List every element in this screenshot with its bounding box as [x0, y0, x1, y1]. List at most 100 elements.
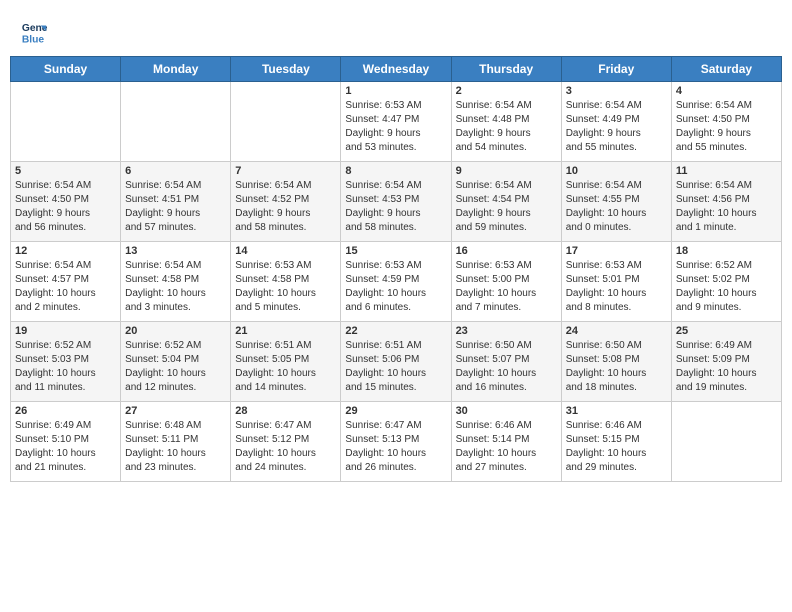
- day-cell: 28 Sunrise: 6:47 AM Sunset: 5:12 PM Dayli…: [231, 402, 341, 482]
- logo-icon: General Blue: [20, 18, 48, 46]
- day-info: Sunrise: 6:54 AM Sunset: 4:51 PM Dayligh…: [125, 179, 226, 235]
- day-cell: 4 Sunrise: 6:54 AM Sunset: 4:50 PM Daylig…: [671, 82, 781, 162]
- day-info: Sunrise: 6:52 AM Sunset: 5:03 PM Dayligh…: [15, 339, 116, 395]
- day-number: 28: [235, 405, 336, 417]
- day-cell: [671, 402, 781, 482]
- day-info: Sunrise: 6:54 AM Sunset: 4:55 PM Dayligh…: [566, 179, 667, 235]
- day-number: 29: [345, 405, 446, 417]
- header-row: SundayMondayTuesdayWednesdayThursdayFrid…: [11, 57, 782, 82]
- day-info: Sunrise: 6:46 AM Sunset: 5:14 PM Dayligh…: [456, 419, 557, 475]
- day-cell: 19 Sunrise: 6:52 AM Sunset: 5:03 PM Dayli…: [11, 322, 121, 402]
- day-number: 11: [676, 165, 777, 177]
- day-info: Sunrise: 6:51 AM Sunset: 5:06 PM Dayligh…: [345, 339, 446, 395]
- day-cell: 29 Sunrise: 6:47 AM Sunset: 5:13 PM Dayli…: [341, 402, 451, 482]
- day-cell: 31Sunrise: 6:46 AM Sunset: 5:15 PM Dayli…: [561, 402, 671, 482]
- day-number: 17: [566, 245, 667, 257]
- day-number: 1: [345, 85, 446, 97]
- day-number: 22: [345, 325, 446, 337]
- day-cell: 25 Sunrise: 6:49 AM Sunset: 5:09 PM Dayli…: [671, 322, 781, 402]
- day-info: Sunrise: 6:52 AM Sunset: 5:04 PM Dayligh…: [125, 339, 226, 395]
- col-header-friday: Friday: [561, 57, 671, 82]
- day-info: Sunrise: 6:54 AM Sunset: 4:48 PM Dayligh…: [456, 99, 557, 155]
- col-header-sunday: Sunday: [11, 57, 121, 82]
- week-row-3: 12Sunrise: 6:54 AM Sunset: 4:57 PM Dayli…: [11, 242, 782, 322]
- day-cell: 7 Sunrise: 6:54 AM Sunset: 4:52 PM Daylig…: [231, 162, 341, 242]
- day-number: 31: [566, 405, 667, 417]
- day-info: Sunrise: 6:51 AM Sunset: 5:05 PM Dayligh…: [235, 339, 336, 395]
- col-header-tuesday: Tuesday: [231, 57, 341, 82]
- day-number: 8: [345, 165, 446, 177]
- day-info: Sunrise: 6:47 AM Sunset: 5:12 PM Dayligh…: [235, 419, 336, 475]
- day-cell: 5 Sunrise: 6:54 AM Sunset: 4:50 PM Daylig…: [11, 162, 121, 242]
- day-cell: 26 Sunrise: 6:49 AM Sunset: 5:10 PM Dayli…: [11, 402, 121, 482]
- day-info: Sunrise: 6:53 AM Sunset: 5:00 PM Dayligh…: [456, 259, 557, 315]
- day-cell: 27 Sunrise: 6:48 AM Sunset: 5:11 PM Dayli…: [121, 402, 231, 482]
- day-number: 10: [566, 165, 667, 177]
- day-cell: 30 Sunrise: 6:46 AM Sunset: 5:14 PM Dayli…: [451, 402, 561, 482]
- header: General Blue: [10, 10, 782, 50]
- day-info: Sunrise: 6:48 AM Sunset: 5:11 PM Dayligh…: [125, 419, 226, 475]
- day-info: Sunrise: 6:54 AM Sunset: 4:56 PM Dayligh…: [676, 179, 777, 235]
- day-number: 30: [456, 405, 557, 417]
- day-number: 4: [676, 85, 777, 97]
- day-info: Sunrise: 6:53 AM Sunset: 4:58 PM Dayligh…: [235, 259, 336, 315]
- day-info: Sunrise: 6:50 AM Sunset: 5:08 PM Dayligh…: [566, 339, 667, 395]
- day-cell: [231, 82, 341, 162]
- calendar-table: SundayMondayTuesdayWednesdayThursdayFrid…: [10, 56, 782, 482]
- day-info: Sunrise: 6:52 AM Sunset: 5:02 PM Dayligh…: [676, 259, 777, 315]
- day-info: Sunrise: 6:54 AM Sunset: 4:50 PM Dayligh…: [15, 179, 116, 235]
- day-cell: 11 Sunrise: 6:54 AM Sunset: 4:56 PM Dayli…: [671, 162, 781, 242]
- day-number: 25: [676, 325, 777, 337]
- day-info: Sunrise: 6:47 AM Sunset: 5:13 PM Dayligh…: [345, 419, 446, 475]
- day-number: 18: [676, 245, 777, 257]
- day-cell: 23 Sunrise: 6:50 AM Sunset: 5:07 PM Dayli…: [451, 322, 561, 402]
- day-cell: 2 Sunrise: 6:54 AM Sunset: 4:48 PM Daylig…: [451, 82, 561, 162]
- day-info: Sunrise: 6:49 AM Sunset: 5:10 PM Dayligh…: [15, 419, 116, 475]
- svg-text:Blue: Blue: [22, 34, 45, 45]
- day-number: 21: [235, 325, 336, 337]
- day-number: 5: [15, 165, 116, 177]
- day-cell: 6 Sunrise: 6:54 AM Sunset: 4:51 PM Daylig…: [121, 162, 231, 242]
- day-info: Sunrise: 6:53 AM Sunset: 4:59 PM Dayligh…: [345, 259, 446, 315]
- col-header-monday: Monday: [121, 57, 231, 82]
- day-info: Sunrise: 6:49 AM Sunset: 5:09 PM Dayligh…: [676, 339, 777, 395]
- day-cell: 18 Sunrise: 6:52 AM Sunset: 5:02 PM Dayli…: [671, 242, 781, 322]
- day-info: Sunrise: 6:54 AM Sunset: 4:52 PM Dayligh…: [235, 179, 336, 235]
- day-number: 7: [235, 165, 336, 177]
- week-row-4: 19 Sunrise: 6:52 AM Sunset: 5:03 PM Dayli…: [11, 322, 782, 402]
- day-number: 27: [125, 405, 226, 417]
- day-cell: 17Sunrise: 6:53 AM Sunset: 5:01 PM Dayli…: [561, 242, 671, 322]
- day-number: 6: [125, 165, 226, 177]
- day-cell: 15 Sunrise: 6:53 AM Sunset: 4:59 PM Dayli…: [341, 242, 451, 322]
- day-info: Sunrise: 6:54 AM Sunset: 4:50 PM Dayligh…: [676, 99, 777, 155]
- day-info: Sunrise: 6:54 AM Sunset: 4:58 PM Dayligh…: [125, 259, 226, 315]
- day-cell: 8 Sunrise: 6:54 AM Sunset: 4:53 PM Daylig…: [341, 162, 451, 242]
- day-info: Sunrise: 6:53 AM Sunset: 4:47 PM Dayligh…: [345, 99, 446, 155]
- week-row-1: 1 Sunrise: 6:53 AM Sunset: 4:47 PM Daylig…: [11, 82, 782, 162]
- day-cell: 12Sunrise: 6:54 AM Sunset: 4:57 PM Dayli…: [11, 242, 121, 322]
- week-row-2: 5 Sunrise: 6:54 AM Sunset: 4:50 PM Daylig…: [11, 162, 782, 242]
- day-number: 19: [15, 325, 116, 337]
- day-info: Sunrise: 6:54 AM Sunset: 4:53 PM Dayligh…: [345, 179, 446, 235]
- col-header-wednesday: Wednesday: [341, 57, 451, 82]
- day-cell: 20 Sunrise: 6:52 AM Sunset: 5:04 PM Dayli…: [121, 322, 231, 402]
- day-cell: 1 Sunrise: 6:53 AM Sunset: 4:47 PM Daylig…: [341, 82, 451, 162]
- col-header-saturday: Saturday: [671, 57, 781, 82]
- day-info: Sunrise: 6:54 AM Sunset: 4:54 PM Dayligh…: [456, 179, 557, 235]
- day-number: 14: [235, 245, 336, 257]
- day-number: 16: [456, 245, 557, 257]
- day-info: Sunrise: 6:54 AM Sunset: 4:49 PM Dayligh…: [566, 99, 667, 155]
- day-number: 9: [456, 165, 557, 177]
- day-number: 20: [125, 325, 226, 337]
- day-number: 3: [566, 85, 667, 97]
- day-cell: 14 Sunrise: 6:53 AM Sunset: 4:58 PM Dayli…: [231, 242, 341, 322]
- day-cell: 10 Sunrise: 6:54 AM Sunset: 4:55 PM Dayli…: [561, 162, 671, 242]
- col-header-thursday: Thursday: [451, 57, 561, 82]
- day-info: Sunrise: 6:50 AM Sunset: 5:07 PM Dayligh…: [456, 339, 557, 395]
- day-number: 15: [345, 245, 446, 257]
- week-row-5: 26 Sunrise: 6:49 AM Sunset: 5:10 PM Dayli…: [11, 402, 782, 482]
- day-number: 23: [456, 325, 557, 337]
- day-cell: 3 Sunrise: 6:54 AM Sunset: 4:49 PM Daylig…: [561, 82, 671, 162]
- day-number: 2: [456, 85, 557, 97]
- day-number: 26: [15, 405, 116, 417]
